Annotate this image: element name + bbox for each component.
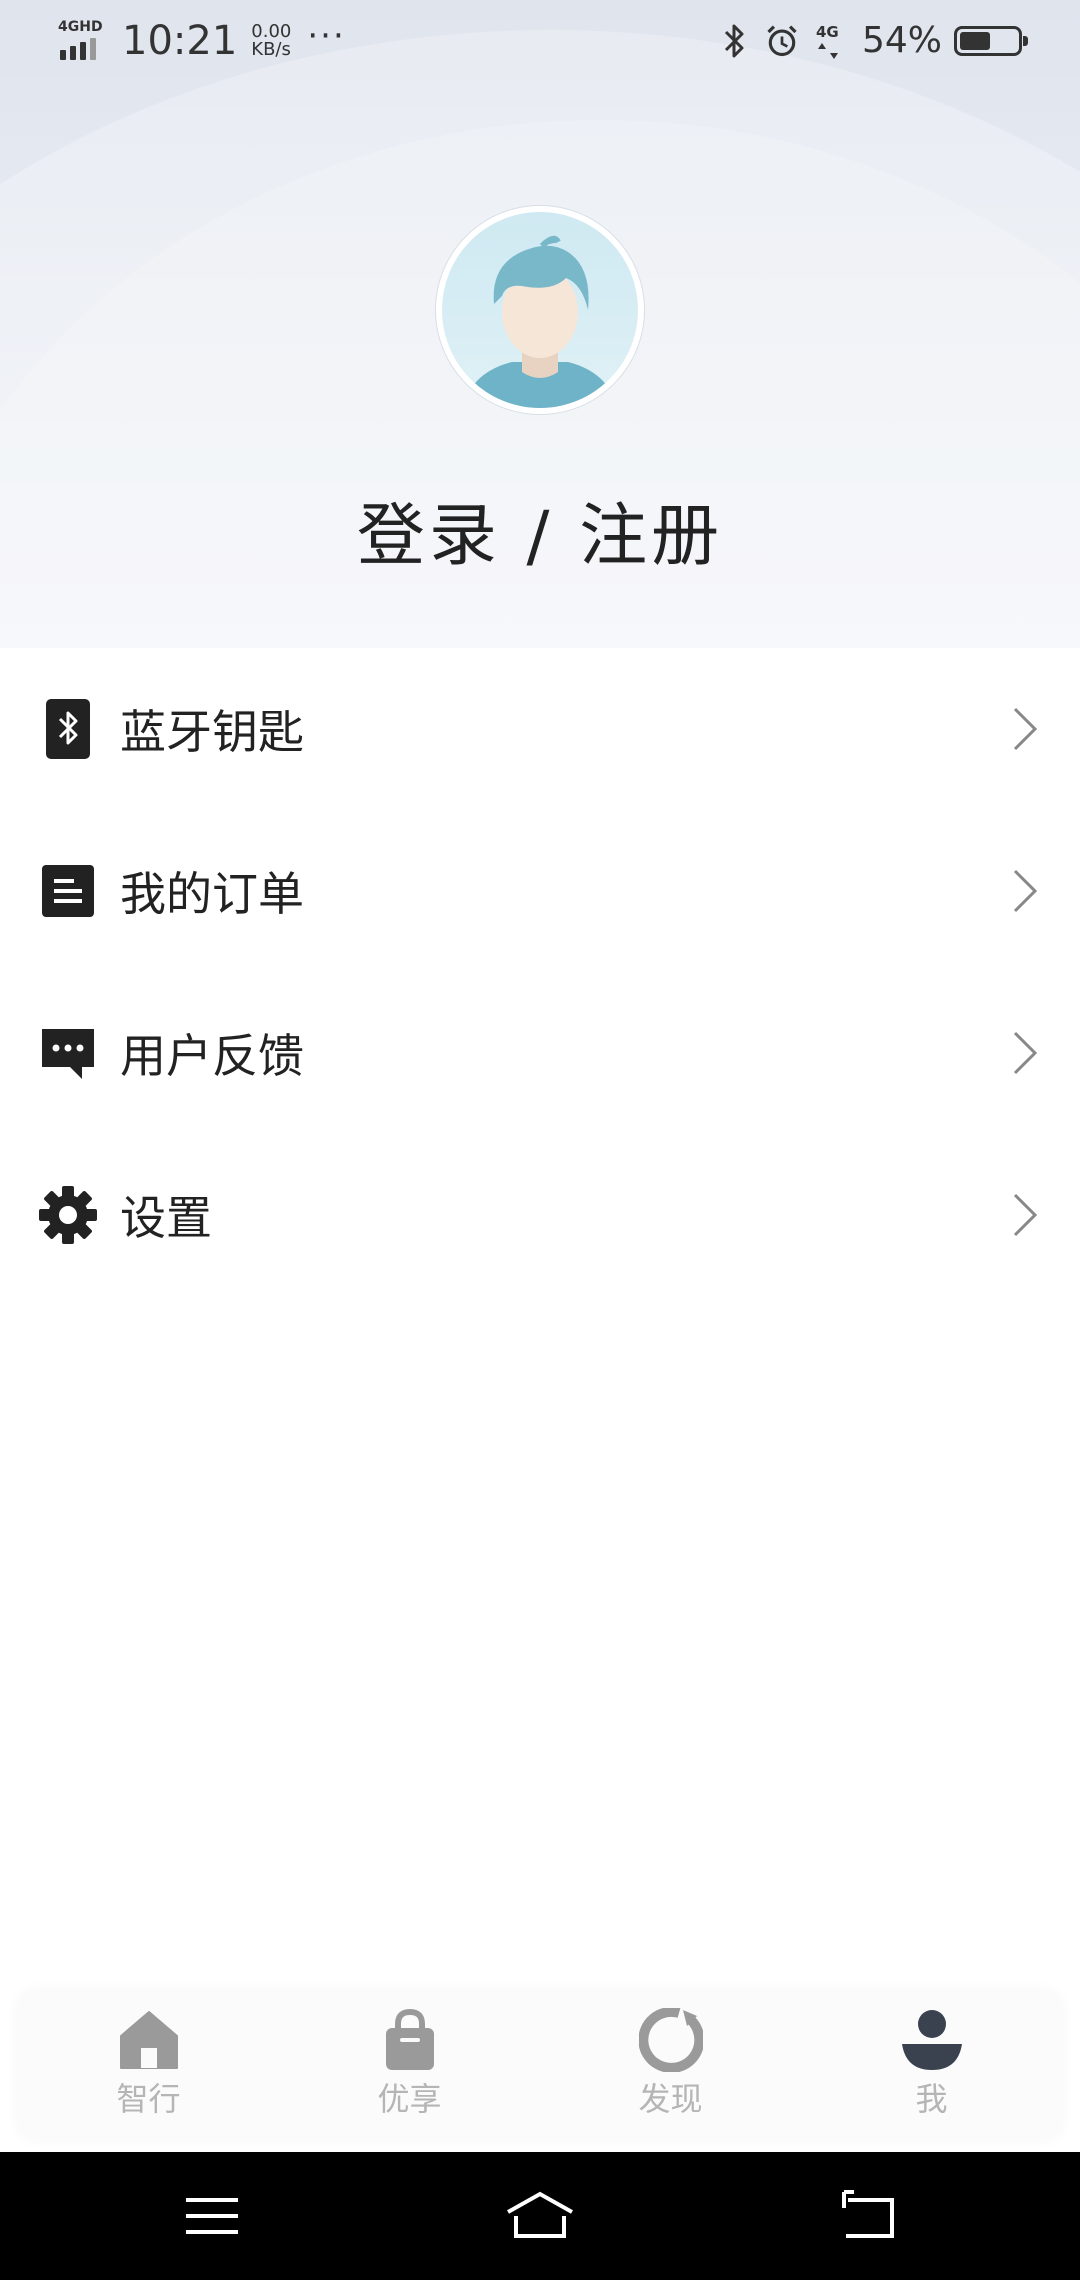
login-register-link[interactable]: 登录 / 注册 bbox=[0, 480, 1080, 579]
speed-unit: KB/s bbox=[251, 39, 291, 60]
home-icon bbox=[119, 2011, 178, 2069]
clock: 10:21 bbox=[122, 18, 238, 64]
status-bar: 4GHD 10:21 0.00 KB/s ··· 4G 54% bbox=[0, 0, 1080, 84]
chevron-right-icon bbox=[1013, 1031, 1038, 1075]
signal-icon: 4GHD bbox=[58, 20, 104, 62]
more-notifications-icon: ··· bbox=[307, 16, 346, 56]
svg-text:4G: 4G bbox=[816, 23, 839, 41]
user-avatar[interactable] bbox=[436, 206, 644, 414]
profile-icon bbox=[901, 2010, 962, 2070]
order-list-icon bbox=[42, 865, 94, 917]
menu-item-settings[interactable]: 设置 bbox=[0, 1134, 1080, 1296]
feedback-chat-icon bbox=[42, 1029, 94, 1079]
network-type: 4GHD bbox=[58, 19, 103, 35]
menu-item-label: 设置 bbox=[120, 1191, 212, 1245]
menu-icon[interactable] bbox=[182, 2188, 242, 2244]
profile-menu: 蓝牙钥匙 我的订单 用户反馈 设置 bbox=[0, 648, 1080, 1296]
tab-faxian[interactable]: 发现 bbox=[540, 1990, 801, 2140]
chevron-right-icon bbox=[1013, 869, 1038, 913]
tab-zhixing[interactable]: 智行 bbox=[18, 1990, 279, 2140]
system-nav-bar bbox=[0, 2152, 1080, 2280]
bluetooth-key-icon bbox=[46, 699, 90, 759]
menu-item-label: 蓝牙钥匙 bbox=[120, 705, 304, 759]
tab-label: 发现 bbox=[638, 2080, 703, 2118]
menu-item-label: 用户反馈 bbox=[120, 1029, 304, 1083]
mobile-data-icon: 4G bbox=[816, 23, 839, 59]
menu-item-my-orders[interactable]: 我的订单 bbox=[0, 810, 1080, 972]
menu-item-label: 我的订单 bbox=[120, 867, 304, 921]
bluetooth-icon bbox=[724, 24, 744, 57]
tab-me[interactable]: 我 bbox=[801, 1990, 1062, 2140]
menu-item-bluetooth-key[interactable]: 蓝牙钥匙 bbox=[0, 648, 1080, 810]
tab-youxiang[interactable]: 优享 bbox=[279, 1990, 540, 2140]
alarm-icon bbox=[767, 24, 797, 56]
tab-label: 优享 bbox=[377, 2080, 442, 2118]
home-nav-icon[interactable] bbox=[504, 2188, 576, 2244]
default-avatar-icon bbox=[462, 235, 618, 408]
battery-percent: 54% bbox=[861, 20, 942, 61]
discover-icon bbox=[638, 2008, 703, 2072]
back-icon[interactable] bbox=[840, 2188, 900, 2244]
tab-label: 智行 bbox=[116, 2080, 181, 2118]
network-speed: 0.00 KB/s bbox=[251, 23, 291, 59]
battery-icon bbox=[954, 25, 1028, 56]
gear-icon bbox=[39, 1186, 97, 1244]
bottom-tab-bar: 智行 优享 发现 我 bbox=[18, 1990, 1062, 2140]
chevron-right-icon bbox=[1013, 707, 1038, 751]
menu-item-feedback[interactable]: 用户反馈 bbox=[0, 972, 1080, 1134]
shopping-bag-icon bbox=[385, 2008, 434, 2070]
chevron-right-icon bbox=[1013, 1193, 1038, 1237]
tab-label: 我 bbox=[915, 2080, 948, 2118]
